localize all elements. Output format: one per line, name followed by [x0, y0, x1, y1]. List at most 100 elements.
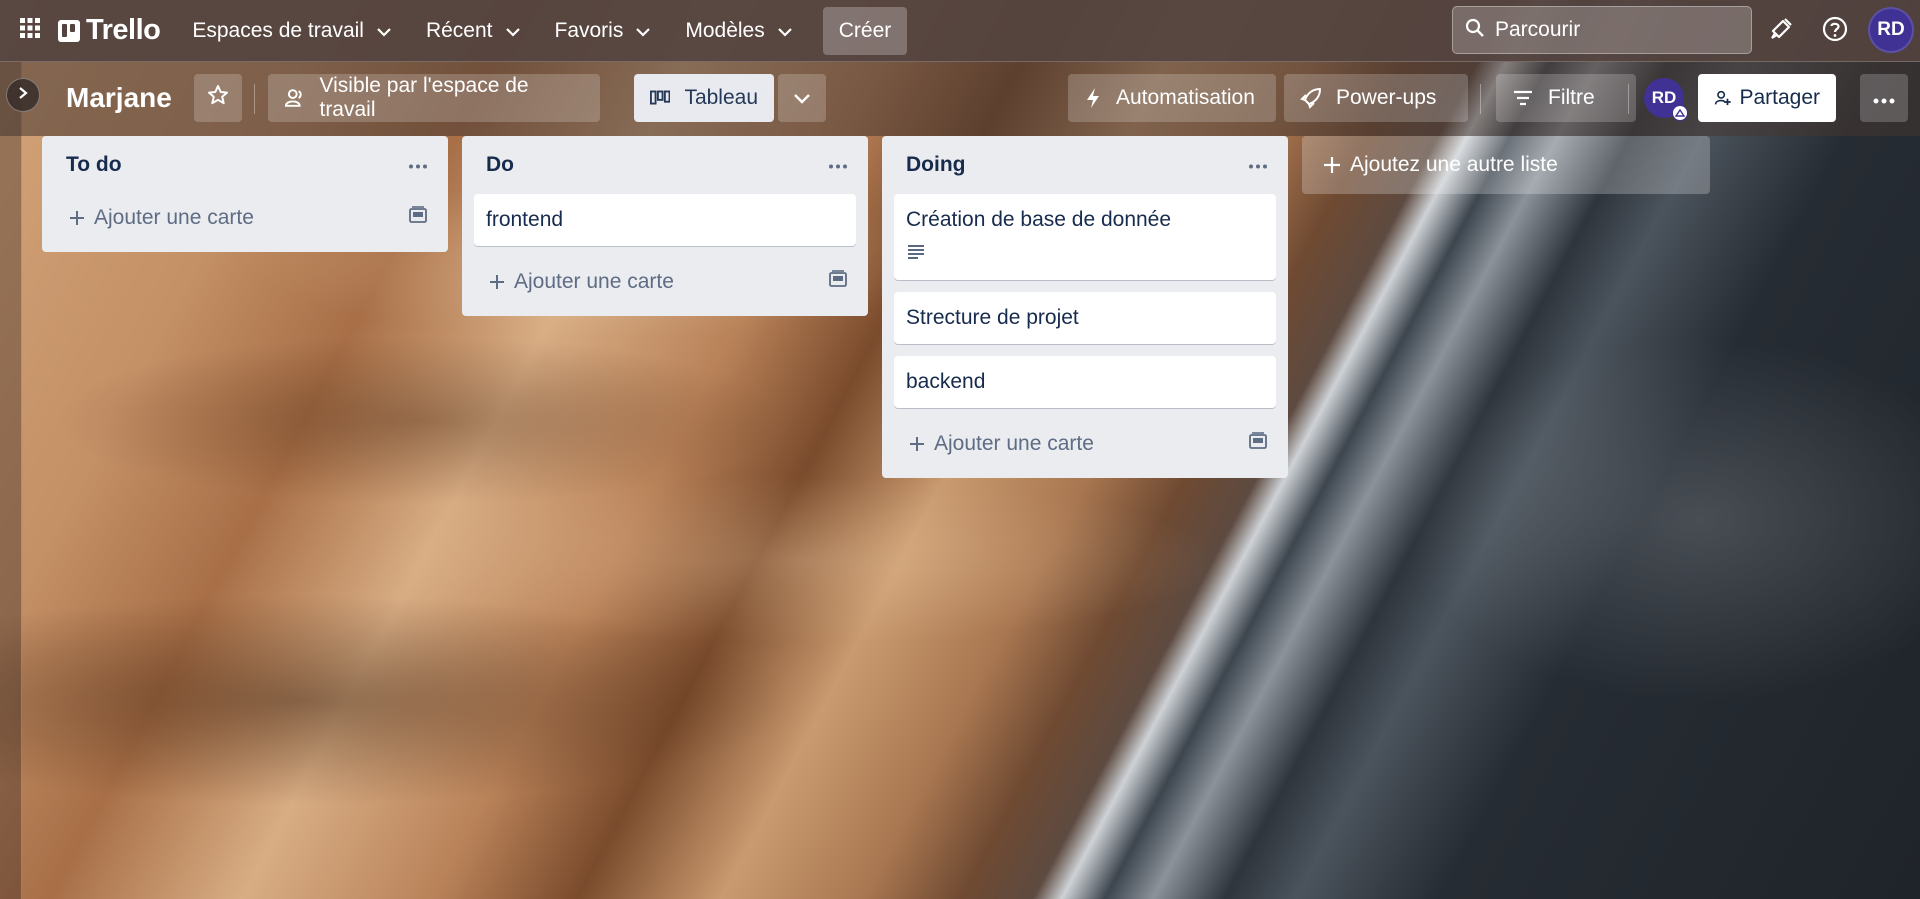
more-horizontal-icon [1248, 156, 1268, 174]
list-title[interactable]: Do [486, 153, 514, 177]
chevron-down-icon [793, 86, 811, 110]
team-icon [284, 89, 302, 107]
search-icon [1465, 18, 1485, 43]
board-title[interactable]: Marjane [66, 82, 172, 114]
chevron-down-icon [376, 19, 392, 43]
add-list-label: Ajoutez une autre liste [1350, 153, 1558, 176]
header-divider [254, 84, 255, 114]
list-doing: Doing Création de base de donnée Strectu… [882, 136, 1288, 478]
list-header: Do [474, 136, 856, 194]
create-from-template-button[interactable] [408, 206, 428, 230]
plus-icon [70, 211, 84, 225]
automation-label: Automatisation [1116, 86, 1255, 109]
grid-icon [19, 17, 41, 44]
template-icon [829, 270, 847, 287]
list-title[interactable]: Doing [906, 153, 965, 177]
plus-icon [490, 275, 504, 289]
list-menu-button[interactable] [1240, 147, 1276, 183]
create-from-template-button[interactable] [1248, 432, 1268, 456]
create-from-template-button[interactable] [828, 270, 848, 294]
logo-text: Trello [86, 14, 161, 46]
trello-logo[interactable]: Trello [58, 14, 161, 47]
nav-label: Favoris [554, 18, 624, 42]
list-do: Do frontend Ajouter une carte [462, 136, 868, 316]
list-header: To do [54, 136, 436, 194]
board-header: Marjane Visible par l'espace de travail … [0, 62, 1920, 136]
nav-workspaces[interactable]: Espaces de travail [178, 8, 406, 54]
nav-label: Espaces de travail [192, 18, 364, 42]
template-icon [409, 206, 427, 223]
add-card-button[interactable]: Ajouter une carte [894, 420, 1276, 468]
card-strecture-de-projet[interactable]: Strecture de projet [894, 292, 1276, 344]
filter-label: Filtre [1548, 86, 1595, 109]
filter-button[interactable]: Filtre [1496, 74, 1636, 122]
description-badge [906, 242, 1264, 266]
star-icon [207, 84, 229, 112]
list-title[interactable]: To do [66, 153, 122, 177]
plus-icon [1324, 157, 1340, 173]
header-divider [1628, 84, 1629, 114]
lightning-icon [1087, 88, 1099, 108]
search-box[interactable] [1452, 6, 1752, 54]
member-initials: RD [1651, 88, 1677, 107]
add-card-button[interactable]: Ajouter une carte [54, 194, 436, 242]
more-horizontal-icon [408, 156, 428, 174]
card-title: backend [906, 370, 986, 393]
add-list-button[interactable]: Ajoutez une autre liste [1302, 136, 1710, 194]
nav-recent[interactable]: Récent [412, 8, 535, 54]
template-icon [1249, 432, 1267, 449]
list-header: Doing [894, 136, 1276, 194]
card-backend[interactable]: backend [894, 356, 1276, 408]
visibility-button[interactable]: Visible par l'espace de travail [268, 74, 600, 122]
card-title: Création de base de donnée [906, 208, 1172, 231]
share-label: Partager [1739, 86, 1820, 109]
user-avatar[interactable]: RD [1868, 7, 1914, 53]
view-switcher-button[interactable] [778, 74, 826, 122]
automation-button[interactable]: Automatisation [1068, 74, 1276, 122]
nav-templates[interactable]: Modèles [671, 8, 806, 54]
global-header: Trello Espaces de travail Récent Favoris… [0, 0, 1920, 62]
search-input[interactable] [1495, 18, 1735, 42]
create-button[interactable]: Créer [822, 6, 908, 55]
powerups-button[interactable]: Power-ups [1284, 74, 1468, 122]
nav-starred[interactable]: Favoris [541, 8, 666, 54]
card-title: Strecture de projet [906, 306, 1079, 329]
share-button[interactable]: Partager [1698, 74, 1836, 122]
add-card-button[interactable]: Ajouter une carte [474, 258, 856, 306]
list-to-do: To do Ajouter une carte [42, 136, 448, 252]
chevron-down-icon [777, 19, 793, 43]
board-member-avatar[interactable]: RD [1644, 78, 1688, 121]
card-title: frontend [486, 208, 564, 231]
description-icon [908, 245, 924, 259]
filter-icon [1514, 90, 1532, 106]
sidebar-expand-button[interactable] [6, 78, 40, 112]
help-icon [1821, 15, 1849, 48]
chevron-right-icon [17, 86, 29, 105]
sidebar-collapsed [0, 62, 22, 899]
nav-label: Modèles [685, 18, 765, 42]
visibility-label: Visible par l'espace de travail [319, 74, 529, 121]
star-board-button[interactable] [194, 74, 242, 122]
chevron-down-icon [635, 19, 651, 43]
card-frontend[interactable]: frontend [474, 194, 856, 246]
add-card-label: Ajouter une carte [934, 432, 1094, 455]
board-view-button[interactable]: Tableau [634, 74, 774, 122]
nav-label: Récent [425, 18, 493, 42]
app-switcher-button[interactable] [8, 9, 52, 53]
help-button[interactable] [1816, 12, 1854, 50]
notifications-button[interactable] [1762, 12, 1800, 50]
header-divider [1480, 84, 1481, 114]
add-card-label: Ajouter une carte [514, 270, 674, 293]
megaphone-icon [1768, 16, 1794, 47]
list-menu-button[interactable] [820, 147, 856, 183]
more-horizontal-icon [828, 156, 848, 174]
plus-icon [910, 437, 924, 451]
list-menu-button[interactable] [400, 147, 436, 183]
trello-logo-icon [58, 19, 80, 42]
more-horizontal-icon [1873, 86, 1895, 110]
chevron-down-icon [505, 19, 521, 43]
board-menu-button[interactable] [1860, 74, 1908, 122]
card-creation-base-de-donnee[interactable]: Création de base de donnée [894, 194, 1276, 280]
powerups-label: Power-ups [1336, 86, 1437, 109]
board-view-label: Tableau [684, 86, 758, 109]
